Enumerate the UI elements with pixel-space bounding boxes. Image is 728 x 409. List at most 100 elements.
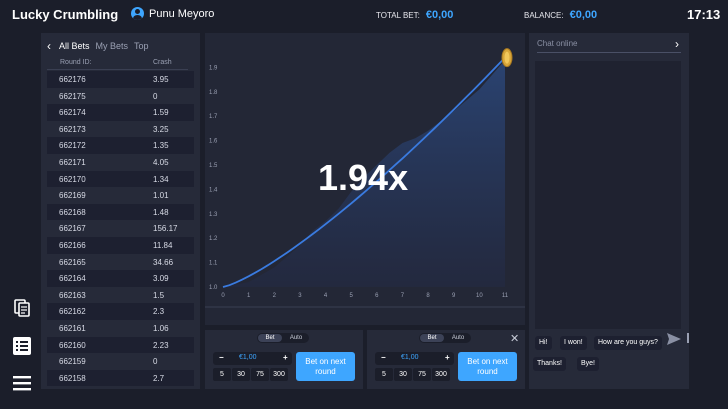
table-row: 662171 4.05 [47, 154, 194, 171]
round-id: 662174 [59, 108, 86, 118]
mode-auto[interactable]: Auto [446, 334, 470, 342]
crash-value: 1.5 [153, 290, 165, 300]
x-tick-label: 0 [221, 293, 225, 299]
quick-amount-button[interactable]: 30 [232, 368, 250, 381]
x-tick-label: 7 [401, 293, 405, 299]
quick-amount-button[interactable]: 30 [394, 368, 412, 381]
round-id: 662176 [59, 75, 86, 84]
round-id: 662172 [59, 141, 86, 151]
table-row: 662173 3.25 [47, 121, 194, 138]
coin-shine-icon [504, 51, 510, 64]
send-icon[interactable] [667, 333, 681, 345]
x-tick-label: 11 [502, 293, 509, 299]
document-icon[interactable] [12, 298, 32, 318]
list-icon[interactable] [12, 336, 32, 356]
total-bet: TOTAL BET: €0,00 [376, 9, 453, 21]
table-row: 662159 0 [47, 353, 194, 370]
menu-icon[interactable] [12, 373, 32, 393]
bets-table-body: 662176 3.95 662175 0 662174 1.59 662173 3.25 662… [47, 71, 194, 387]
x-tick-label: 10 [476, 293, 483, 299]
scrollbar[interactable] [687, 333, 689, 343]
quick-amount-button[interactable]: 5 [213, 368, 231, 381]
chat-title: Chat online [537, 39, 578, 48]
round-id: 662163 [59, 290, 86, 300]
balance-value: €0,00 [569, 9, 598, 21]
quick-message-chip[interactable]: How are you guys? [594, 336, 662, 350]
user-info[interactable]: Punu Meyoro [131, 7, 214, 20]
minus-icon[interactable]: − [219, 353, 224, 362]
round-id: 662175 [59, 91, 86, 101]
x-tick-label: 8 [426, 293, 430, 299]
total-bet-value: €0,00 [425, 9, 454, 21]
multiplier-value: 1.94x [318, 157, 409, 198]
quick-amount-button[interactable]: 75 [251, 368, 269, 381]
x-tick-label: 1 [247, 293, 251, 299]
chevron-left-icon[interactable]: ‹ [47, 39, 51, 53]
column-round-id: Round ID: [60, 59, 92, 66]
plus-icon[interactable]: + [283, 353, 288, 362]
table-row: 662174 1.59 [47, 104, 194, 121]
y-tick-label: 1.6 [209, 139, 218, 145]
y-tick-label: 1.1 [209, 261, 218, 267]
crash-value: 0 [153, 91, 158, 101]
y-tick-label: 1.0 [209, 285, 218, 291]
close-icon[interactable]: ✕ [510, 332, 519, 345]
table-row: 662161 1.06 [47, 320, 194, 337]
bet-amount[interactable]: €1,00 [239, 354, 257, 361]
y-tick-label: 1.4 [209, 187, 218, 193]
crash-value: 34.66 [153, 257, 174, 267]
table-row: 662164 3.09 [47, 270, 194, 287]
x-tick-label: 6 [375, 293, 379, 299]
quick-message-chip[interactable]: Hi! [535, 336, 552, 350]
amount-stepper[interactable]: − €1,00 + [375, 352, 454, 365]
minus-icon[interactable]: − [381, 353, 386, 362]
mode-bet[interactable]: Bet [420, 334, 444, 342]
bet-mode-toggle[interactable]: Bet Auto [419, 333, 471, 343]
mode-auto[interactable]: Auto [284, 334, 308, 342]
balance-label: BALANCE: [524, 10, 564, 20]
chevron-right-icon[interactable]: › [675, 37, 679, 51]
quick-amount-button[interactable]: 300 [270, 368, 288, 381]
quick-message-chip[interactable]: Bye! [577, 357, 600, 371]
table-row: 662162 2.3 [47, 303, 194, 320]
table-row: 662163 1.5 [47, 287, 194, 304]
quick-message-chip[interactable]: I won! [560, 336, 587, 350]
quick-amount-button[interactable]: 300 [432, 368, 450, 381]
tab-my-bets[interactable]: My Bets [96, 41, 129, 51]
round-id: 662165 [59, 257, 86, 267]
round-id: 662164 [59, 274, 86, 284]
user-name: Punu Meyoro [149, 7, 215, 20]
bet-amount[interactable]: €1,00 [401, 354, 419, 361]
crash-value: 1.06 [153, 323, 169, 333]
quick-amount-button[interactable]: 5 [375, 368, 393, 381]
bets-panel: ‹ All Bets My Bets Top Round ID: Crash 6… [41, 33, 200, 389]
place-bet-button[interactable]: Bet on next round [296, 352, 355, 381]
round-id: 662169 [59, 191, 86, 201]
table-row: 662176 3.95 [47, 71, 194, 88]
crash-value: 1.35 [153, 141, 169, 151]
quick-amount-button[interactable]: 75 [413, 368, 431, 381]
quick-message-chip[interactable]: Thanks! [533, 357, 566, 371]
round-id: 662158 [59, 373, 86, 383]
round-id: 662161 [59, 323, 86, 333]
plus-icon[interactable]: + [445, 353, 450, 362]
crash-value: 3.95 [153, 75, 169, 84]
y-tick-label: 1.8 [209, 90, 218, 96]
column-crash: Crash [153, 59, 172, 66]
crash-value: 1.59 [153, 108, 169, 118]
clock: 17:13 [687, 7, 721, 22]
crash-value: 1.48 [153, 207, 169, 217]
mode-bet[interactable]: Bet [258, 334, 282, 342]
bet-mode-toggle[interactable]: Bet Auto [257, 333, 309, 343]
tab-top[interactable]: Top [134, 41, 149, 51]
bet-panel-1: Bet Auto − €1,00 +5 30 75 300 Bet on next round [205, 330, 363, 389]
round-id: 662166 [59, 240, 86, 250]
chat-header[interactable]: Chat online › [537, 37, 681, 53]
left-rail [0, 28, 40, 409]
tab-all-bets[interactable]: All Bets [59, 41, 90, 51]
table-row: 662170 1.34 [47, 170, 194, 188]
top-bar: Lucky Crumbling Punu Meyoro TOTAL BET: €… [0, 0, 728, 28]
table-row: 662166 11.84 [47, 236, 194, 254]
amount-stepper[interactable]: − €1,00 + [213, 352, 292, 365]
place-bet-button[interactable]: Bet on next round [458, 352, 517, 381]
